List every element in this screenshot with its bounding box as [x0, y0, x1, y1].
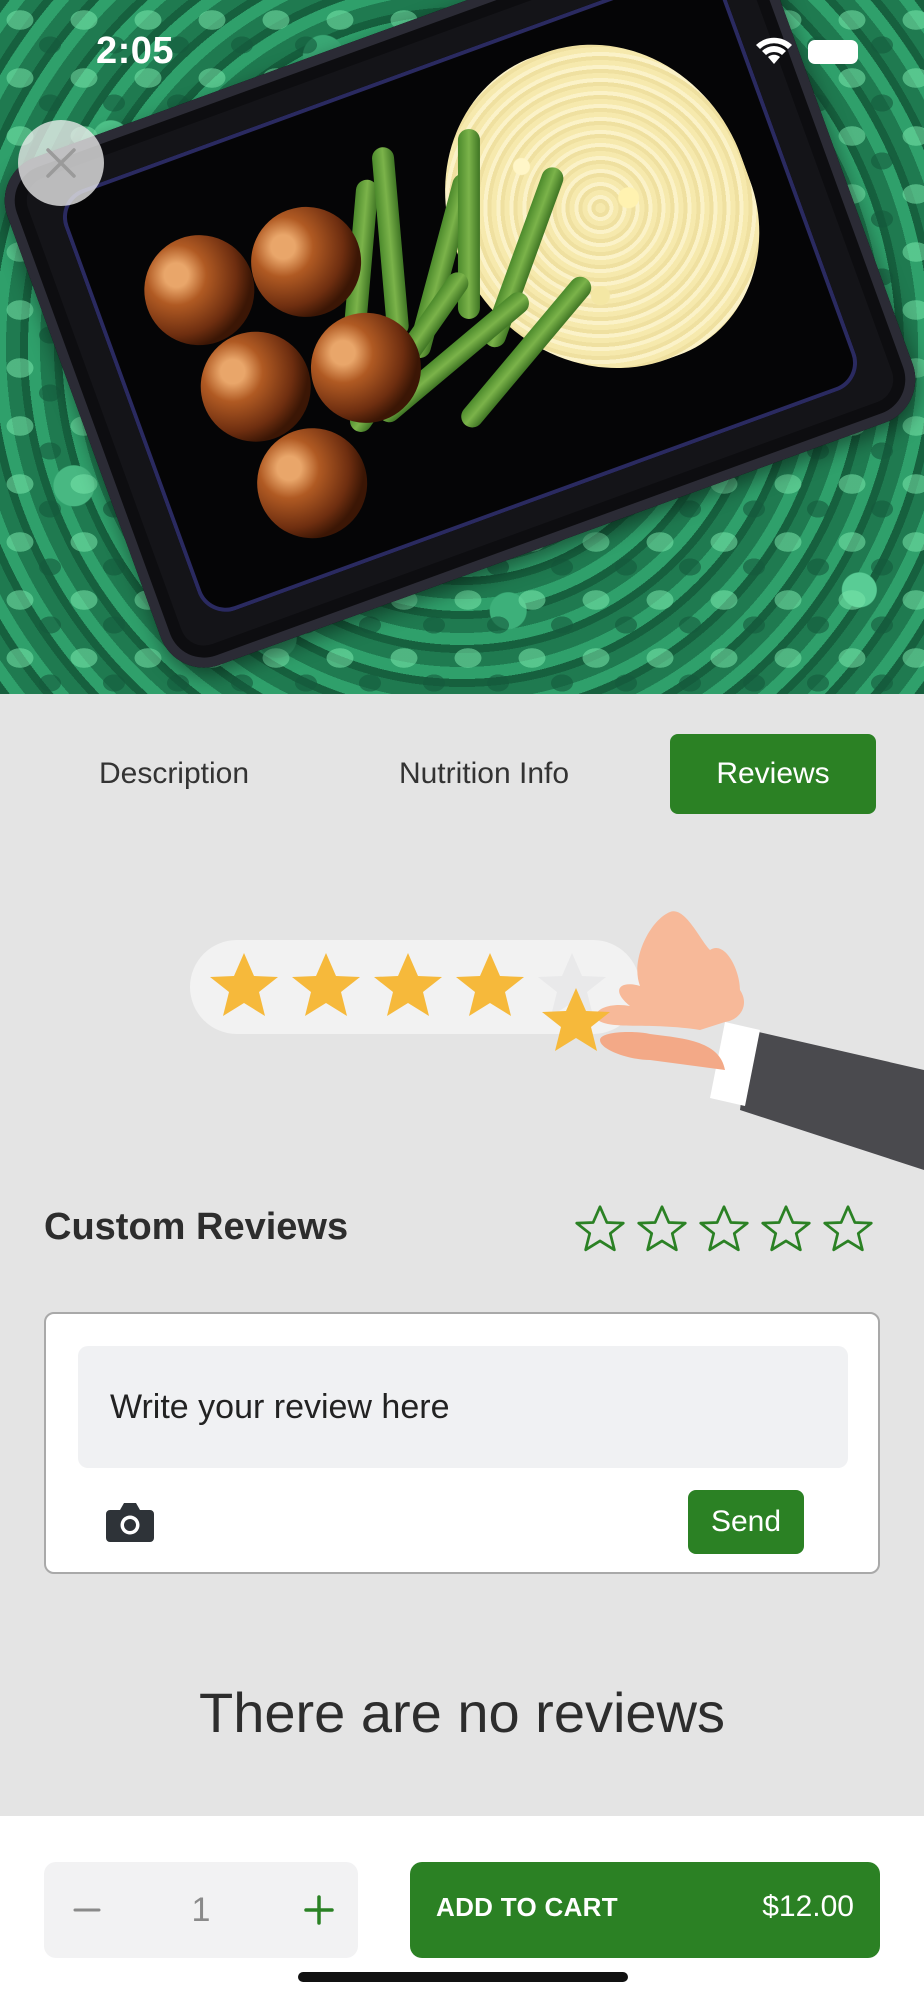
- illustration-star-held: [542, 988, 610, 1051]
- review-composer: Write your review here Send: [44, 1312, 880, 1574]
- decrease-quantity-button[interactable]: [52, 1862, 122, 1958]
- rating-selector: [574, 1204, 874, 1260]
- illustration-star-2: [292, 953, 360, 1016]
- add-to-cart-label: ADD TO CART: [436, 1892, 618, 1922]
- add-to-cart-button[interactable]: ADD TO CART $12.00: [410, 1862, 880, 1958]
- rating-star-4[interactable]: [760, 1204, 812, 1256]
- minus-icon: [73, 1908, 101, 1912]
- rating-star-3[interactable]: [698, 1204, 750, 1256]
- illustration-drawing: [210, 911, 924, 1170]
- rating-star-1[interactable]: [574, 1204, 626, 1256]
- illustration-star-1: [210, 953, 278, 1016]
- cart-price: $12.00: [762, 1890, 854, 1923]
- tab-description[interactable]: Description: [44, 734, 304, 814]
- plus-icon: [304, 1895, 334, 1925]
- status-time: 2:05: [96, 30, 175, 72]
- quantity-stepper: 1: [44, 1862, 358, 1958]
- status-bar: 2:05: [0, 0, 924, 104]
- review-input[interactable]: Write your review here: [78, 1346, 848, 1468]
- empty-reviews-message: There are no reviews: [198, 1681, 725, 1744]
- close-icon: [46, 148, 76, 178]
- home-indicator: [298, 1972, 628, 1982]
- increase-quantity-button[interactable]: [284, 1862, 354, 1958]
- close-button[interactable]: [18, 120, 104, 206]
- rating-star-5[interactable]: [822, 1204, 874, 1256]
- tab-reviews[interactable]: Reviews: [670, 734, 876, 814]
- meal-image: [0, 0, 924, 694]
- illustration-star-3: [374, 953, 442, 1016]
- custom-reviews-title: Custom Reviews: [44, 1206, 349, 1248]
- tab-nutrition-info[interactable]: Nutrition Info: [352, 734, 616, 814]
- rating-star-2[interactable]: [636, 1204, 688, 1256]
- tab-bar: Description Nutrition Info Reviews: [0, 734, 924, 814]
- battery-icon: [808, 40, 858, 64]
- rating-illustration: [180, 910, 924, 1170]
- wifi-icon: [756, 37, 792, 64]
- send-button[interactable]: Send: [688, 1490, 804, 1554]
- quantity-value: 1: [191, 1890, 211, 1929]
- camera-icon[interactable]: [106, 1500, 154, 1542]
- illustration-star-4: [456, 953, 524, 1016]
